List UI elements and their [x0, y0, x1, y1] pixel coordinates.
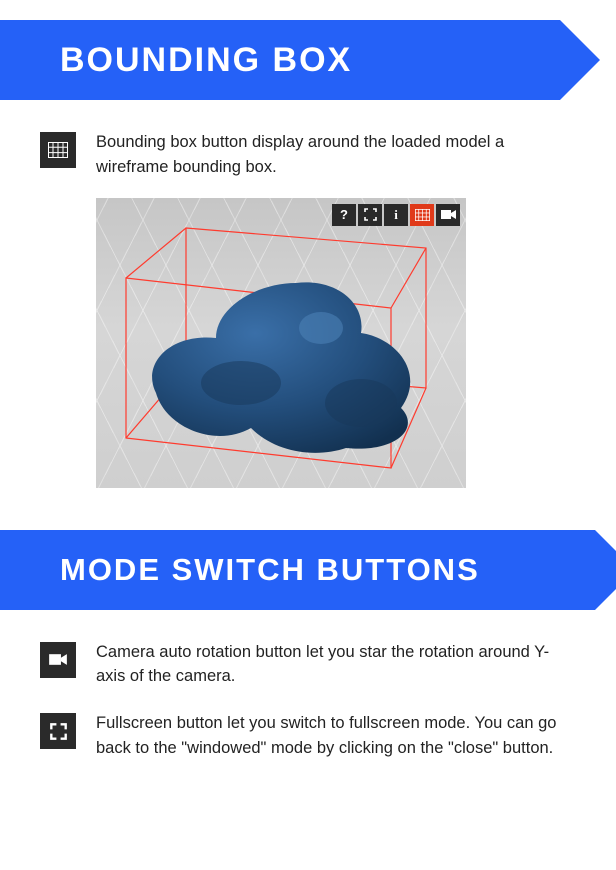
fullscreen-icon: [364, 208, 377, 221]
help-button[interactable]: ?: [332, 204, 356, 226]
viewer-screenshot: ? i: [96, 198, 466, 488]
info-button[interactable]: i: [384, 204, 408, 226]
feature-row-fullscreen: Fullscreen button let you switch to full…: [40, 711, 576, 761]
feature-description: Fullscreen button let you switch to full…: [96, 711, 576, 761]
bounding-box-button[interactable]: [410, 204, 434, 226]
section-banner-bounding-box: BOUNDING BOX: [0, 20, 560, 100]
section-body-2: Camera auto rotation button let you star…: [0, 640, 616, 761]
camera-icon: [40, 642, 76, 678]
fullscreen-icon: [40, 713, 76, 749]
section-body-1: Bounding box button display around the l…: [0, 130, 616, 488]
feature-description: Camera auto rotation button let you star…: [96, 640, 576, 690]
feature-description: Bounding box button display around the l…: [96, 130, 576, 180]
camera-button[interactable]: [436, 204, 460, 226]
camera-icon: [441, 209, 456, 220]
help-icon: ?: [340, 207, 348, 222]
model-mesh: [146, 278, 426, 458]
fullscreen-button[interactable]: [358, 204, 382, 226]
grid-icon: [40, 132, 76, 168]
banner-title: BOUNDING BOX: [60, 41, 352, 80]
feature-row-bounding-box: Bounding box button display around the l…: [40, 130, 576, 180]
viewer-toolbar: ? i: [332, 204, 460, 226]
banner-title: MODE SWITCH BUTTONS: [60, 552, 480, 588]
section-banner-mode-switch: MODE SWITCH BUTTONS: [0, 530, 595, 610]
grid-icon: [415, 209, 430, 221]
feature-row-camera-rotation: Camera auto rotation button let you star…: [40, 640, 576, 690]
info-icon: i: [394, 207, 398, 223]
